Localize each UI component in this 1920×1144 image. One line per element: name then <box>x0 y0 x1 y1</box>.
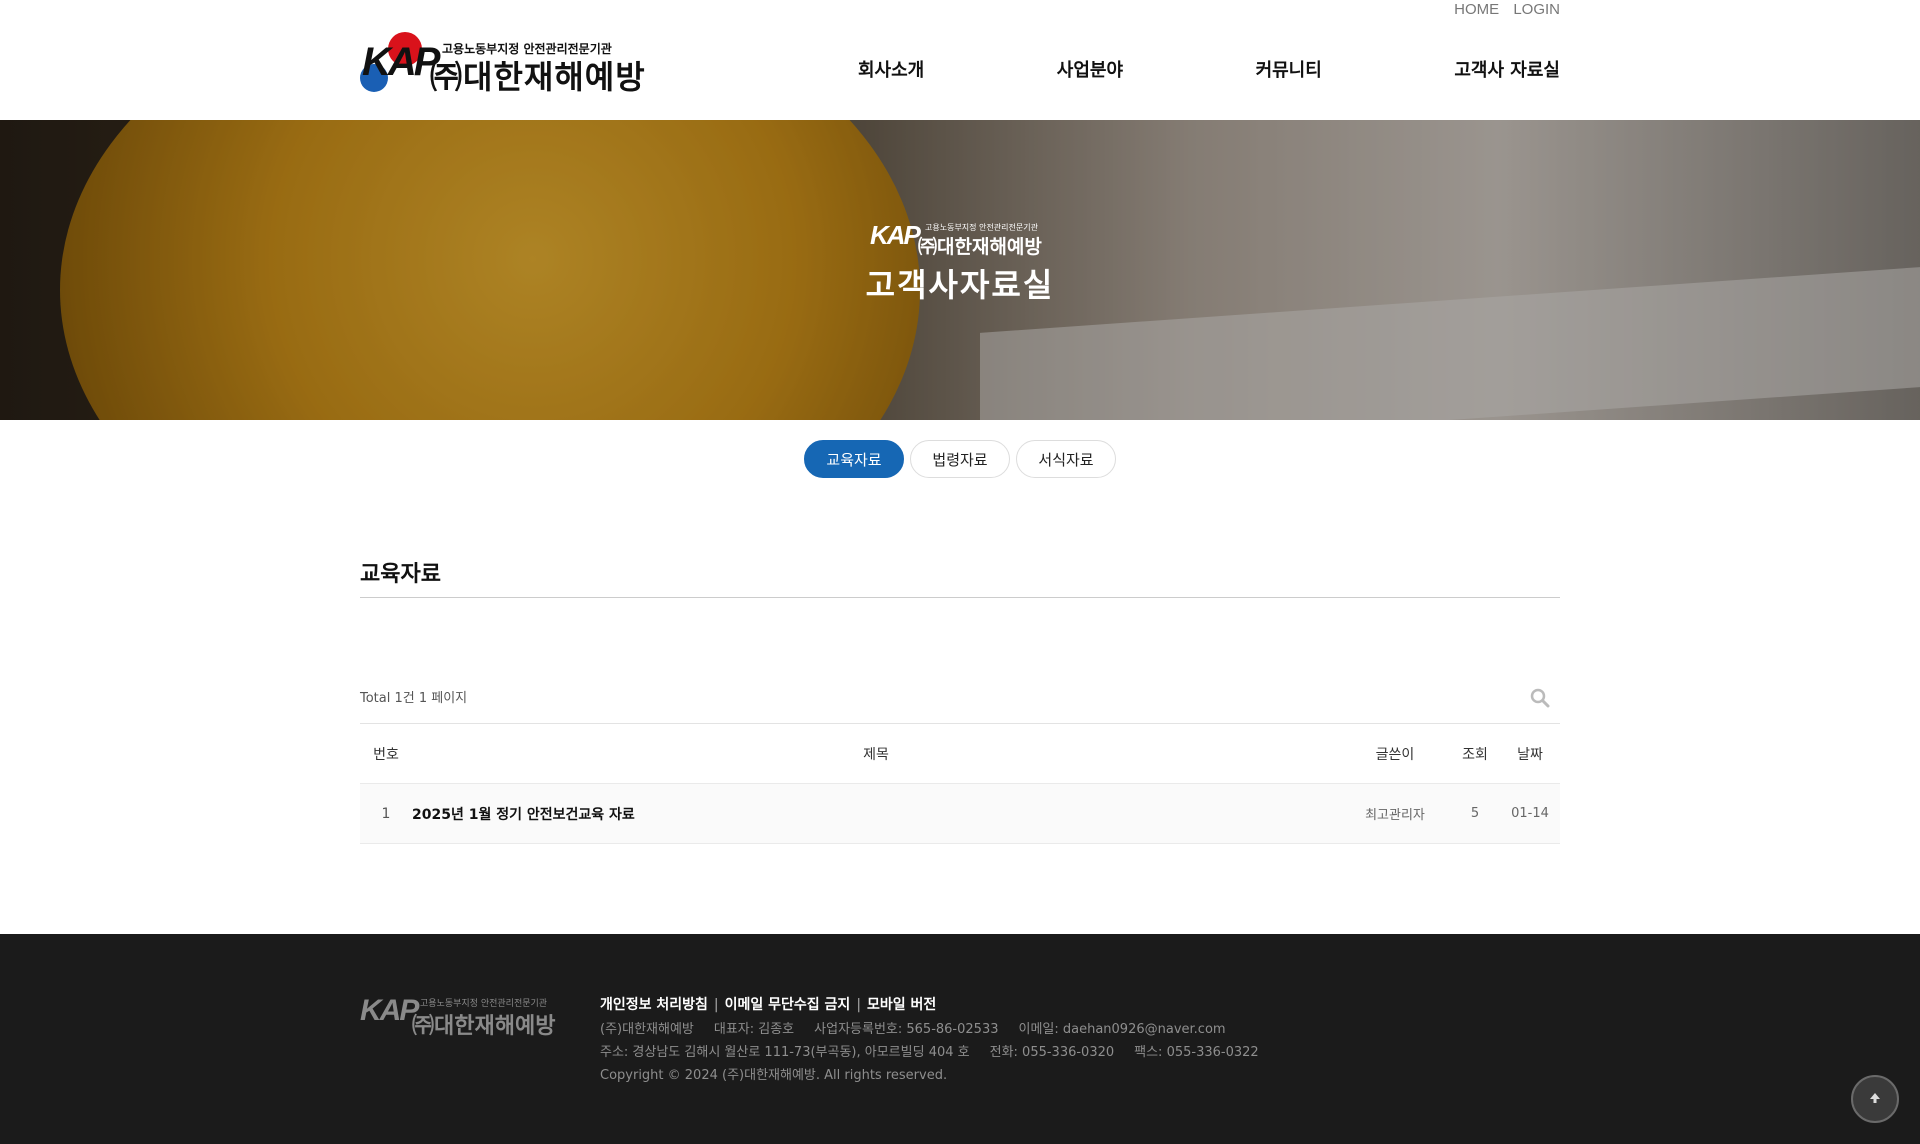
col-title: 제목 <box>863 746 889 763</box>
hero-logo: KAP 고용노동부지정 안전관리전문기관 ㈜대한재해예방 <box>870 220 1060 260</box>
footer-logo: KAP 고용노동부지정 안전관리전문기관 ㈜대한재해예방 <box>360 990 570 1040</box>
main-nav: 회사소개 사업분야 커뮤니티 고객사 자료실 <box>858 56 1560 86</box>
hero-banner: KAP 고용노동부지정 안전관리전문기관 ㈜대한재해예방 고객사자료실 <box>0 120 1920 420</box>
title-divider <box>360 597 1560 598</box>
col-date: 날짜 <box>1517 746 1543 763</box>
board-title: 교육자료 <box>360 562 441 587</box>
col-views: 조회 <box>1462 746 1488 763</box>
board-total: Total 1건 1 페이지 <box>360 691 468 706</box>
footer-contact-info: 주소: 경상남도 김해시 월산로 111-73(부곡동), 아모르빌딩 404 … <box>600 1041 1279 1060</box>
footer-links: 개인정보 처리방침 | 이메일 무단수집 금지 | 모바일 버전 <box>600 997 937 1013</box>
footer-copyright: Copyright © 2024 (주)대한재해예방. All rights r… <box>600 1068 948 1083</box>
nav-community[interactable]: 커뮤니티 <box>1256 56 1322 86</box>
privacy-policy-link[interactable]: 개인정보 처리방침 <box>600 997 708 1013</box>
row-date: 01-14 <box>1511 806 1549 821</box>
mobile-version-link[interactable]: 모바일 버전 <box>867 997 936 1013</box>
footer-phone: 전화: 055-336-0320 <box>989 1045 1115 1060</box>
arrow-up-icon <box>1868 1090 1882 1109</box>
scroll-top-button[interactable] <box>1851 1075 1899 1123</box>
login-link[interactable]: LOGIN <box>1513 1 1560 18</box>
site-header: HOME LOGIN KAP 고용노동부지정 안전관리전문기관 ㈜대한재해예방 … <box>0 0 1920 120</box>
site-footer: KAP 고용노동부지정 안전관리전문기관 ㈜대한재해예방 개인정보 처리방침 | 이… <box>0 934 1920 1144</box>
row-views: 5 <box>1470 806 1480 821</box>
footer-fax: 팩스: 055-336-0322 <box>1134 1045 1259 1060</box>
category-tabs: 교육자료 법령자료 서식자료 <box>0 440 1920 478</box>
nav-client-archive[interactable]: 고객사 자료실 <box>1454 56 1560 86</box>
row-author: 최고관리자 <box>1365 808 1425 823</box>
top-links: HOME LOGIN <box>1444 1 1560 18</box>
board-table: 번호 제목 글쓴이 조회 날짜 1 2025년 1월 정기 안전보건교육 자료 … <box>360 723 1560 844</box>
hero-logo-name: ㈜대한재해예방 <box>918 236 1042 258</box>
email-policy-link[interactable]: 이메일 무단수집 금지 <box>725 997 851 1013</box>
footer-logo-mark: KAP <box>360 994 419 1027</box>
search-icon[interactable] <box>1530 688 1550 708</box>
logo-mark: KAP <box>362 40 440 84</box>
footer-company: (주)대한재해예방 <box>600 1022 694 1037</box>
tab-forms[interactable]: 서식자료 <box>1016 440 1116 478</box>
footer-logo-name: ㈜대한재해예방 <box>412 1014 556 1039</box>
tab-law[interactable]: 법령자료 <box>910 440 1010 478</box>
nav-business[interactable]: 사업분야 <box>1057 56 1123 86</box>
col-num: 번호 <box>373 746 399 763</box>
table-row[interactable]: 1 2025년 1월 정기 안전보건교육 자료 최고관리자 5 01-14 <box>360 784 1560 844</box>
home-link[interactable]: HOME <box>1454 1 1499 18</box>
hero-logo-mark: KAP <box>870 220 921 250</box>
row-title-link[interactable]: 2025년 1월 정기 안전보건교육 자료 <box>412 804 1340 824</box>
col-author: 글쓴이 <box>1375 746 1415 763</box>
logo-name: ㈜대한재해예방 <box>430 58 646 96</box>
nav-company[interactable]: 회사소개 <box>858 56 924 86</box>
site-logo[interactable]: KAP 고용노동부지정 안전관리전문기관 ㈜대한재해예방 <box>358 28 645 98</box>
footer-ceo: 대표자: 김종호 <box>713 1022 795 1037</box>
footer-biz-no: 사업자등록번호: 565-86-02533 <box>814 1022 999 1037</box>
footer-email: 이메일: daehan0926@naver.com <box>1018 1022 1226 1037</box>
hero-title: 고객사자료실 <box>865 266 1055 304</box>
tab-education[interactable]: 교육자료 <box>804 440 904 478</box>
row-num: 1 <box>381 805 391 822</box>
table-header-row: 번호 제목 글쓴이 조회 날짜 <box>360 724 1560 784</box>
footer-address: 주소: 경상남도 김해시 월산로 111-73(부곡동), 아모르빌딩 404 … <box>600 1045 970 1060</box>
footer-company-info: (주)대한재해예방 대표자: 김종호 사업자등록번호: 565-86-02533 이메… <box>600 1018 1246 1037</box>
